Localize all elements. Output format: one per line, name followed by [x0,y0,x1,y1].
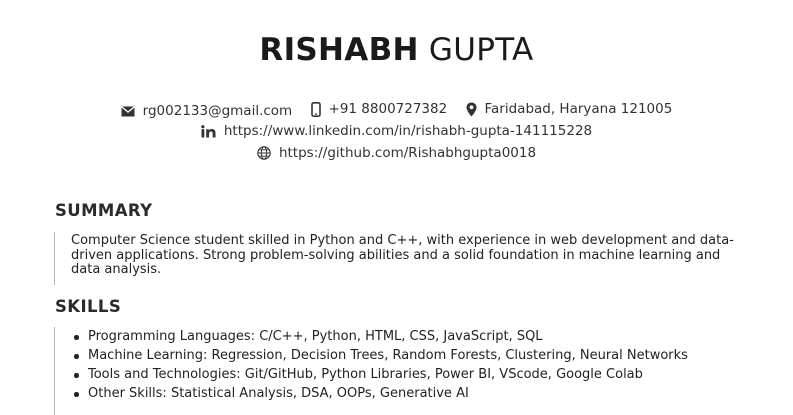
skills-list: Programming Languages: C/C++, Python, HT… [71,327,751,403]
skills-heading: SKILLS [55,297,122,316]
contact-row-primary: rg002133@gmail.com +91 8800727382 Farida… [0,99,793,123]
contact-location: Faridabad, Haryana 121005 [466,99,673,119]
skills-section: Programming Languages: C/C++, Python, HT… [54,327,751,415]
linkedin-icon [201,124,216,137]
contact-row-linkedin: https://www.linkedin.com/in/rishabh-gupt… [0,121,793,144]
phone-icon [310,101,321,117]
contact-row-github: https://github.com/Rishabhgupta0018 [0,143,793,166]
contact-email[interactable]: rg002133@gmail.com [120,101,293,121]
list-item: Machine Learning: Regression, Decision T… [71,346,751,365]
linkedin-url: https://www.linkedin.com/in/rishabh-gupt… [223,123,593,139]
email-text: rg002133@gmail.com [142,103,293,119]
last-name: GUPTA [428,32,534,68]
contact-linkedin[interactable]: https://www.linkedin.com/in/rishabh-gupt… [201,121,592,141]
summary-section: Computer Science student skilled in Pyth… [54,232,751,285]
phone-text: +91 8800727382 [328,101,448,117]
candidate-name: RISHABH GUPTA [0,30,793,70]
location-text: Faridabad, Haryana 121005 [484,101,673,117]
list-item: Other Skills: Statistical Analysis, DSA,… [71,384,751,403]
summary-text: Computer Science student skilled in Pyth… [71,233,734,277]
location-pin-icon [466,102,476,116]
contact-phone[interactable]: +91 8800727382 [310,99,448,119]
summary-heading: SUMMARY [55,201,153,220]
list-item: Programming Languages: C/C++, Python, HT… [71,327,751,346]
list-item: Tools and Technologies: Git/GitHub, Pyth… [71,365,751,384]
contact-github[interactable]: https://github.com/Rishabhgupta0018 [257,143,536,163]
first-name: RISHABH [259,32,419,68]
envelope-icon [120,105,135,116]
github-url: https://github.com/Rishabhgupta0018 [278,145,537,161]
globe-icon [257,146,271,160]
